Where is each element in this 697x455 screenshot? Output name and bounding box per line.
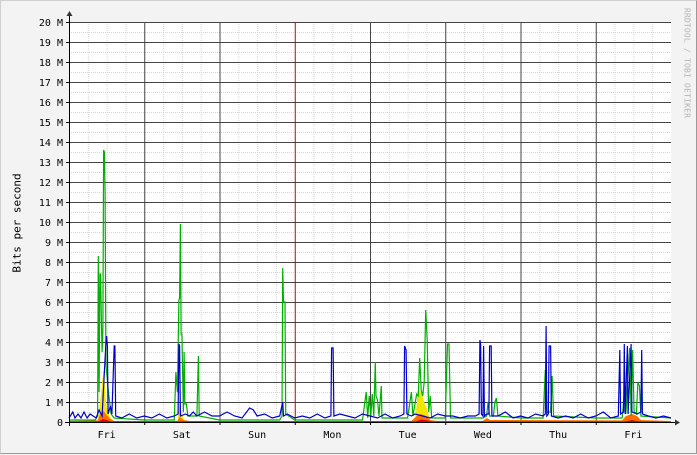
y-tick-label: 20 M <box>39 18 63 29</box>
y-tick-label: 9 M <box>45 238 63 249</box>
y-tick-label: 13 M <box>39 158 63 169</box>
y-tick-label: 7 M <box>45 278 63 289</box>
x-tick-label: Mon <box>323 430 341 441</box>
y-tick-label: 18 M <box>39 58 63 69</box>
y-tick-label: 2 M <box>45 378 63 389</box>
x-axis-arrow <box>675 419 680 426</box>
major-grid <box>69 22 671 422</box>
y-axis-label: Bits per second <box>10 173 24 273</box>
x-tick-label: Fri <box>624 430 642 441</box>
x-tick-label: Wed <box>474 430 492 441</box>
y-tick-label: 8 M <box>45 258 63 269</box>
y-tick-label: 1 M <box>45 398 63 409</box>
y-tick-label: 19 M <box>39 38 63 49</box>
chart: 0 1 M 2 M 3 M 4 M 5 M 6 M 7 M 8 M 9 M 10 M 11 M 12 M… <box>39 11 680 441</box>
y-tick-label: 5 M <box>45 318 63 329</box>
y-tick-label: 15 M <box>39 118 63 129</box>
y-tick-label: 16 M <box>39 98 63 109</box>
x-tick-label: Thu <box>549 430 567 441</box>
y-tick-label: 14 M <box>39 138 63 149</box>
y-tick-label: 0 <box>57 418 63 429</box>
y-tick-label: 6 M <box>45 298 63 309</box>
y-tick-label: 10 M <box>39 218 63 229</box>
x-tick-label: Sat <box>173 430 191 441</box>
graph-frame: 0 1 M 2 M 3 M 4 M 5 M 6 M 7 M 8 M 9 M 10 M 11 M 12 M… <box>0 0 697 454</box>
y-tick-label: 4 M <box>45 338 63 349</box>
y-tick-label: 11 M <box>39 198 63 209</box>
y-tick-label: 17 M <box>39 78 63 89</box>
y-tick-label: 3 M <box>45 358 63 369</box>
x-tick-label: Fri <box>98 430 116 441</box>
y-tick-label: 12 M <box>39 178 63 189</box>
x-tick-labels: Fri Sat Sun Mon Tue Wed Thu Fri <box>98 430 643 441</box>
y-tick-labels: 0 1 M 2 M 3 M 4 M 5 M 6 M 7 M 8 M 9 M 10 M 11 M 12 M… <box>39 18 63 429</box>
x-tick-label: Sun <box>248 430 266 441</box>
x-tick-label: Tue <box>399 430 417 441</box>
rrdtool-credit: RRDTOOL / TOBI OETIKER <box>682 7 692 119</box>
y-axis-arrow <box>66 11 73 16</box>
